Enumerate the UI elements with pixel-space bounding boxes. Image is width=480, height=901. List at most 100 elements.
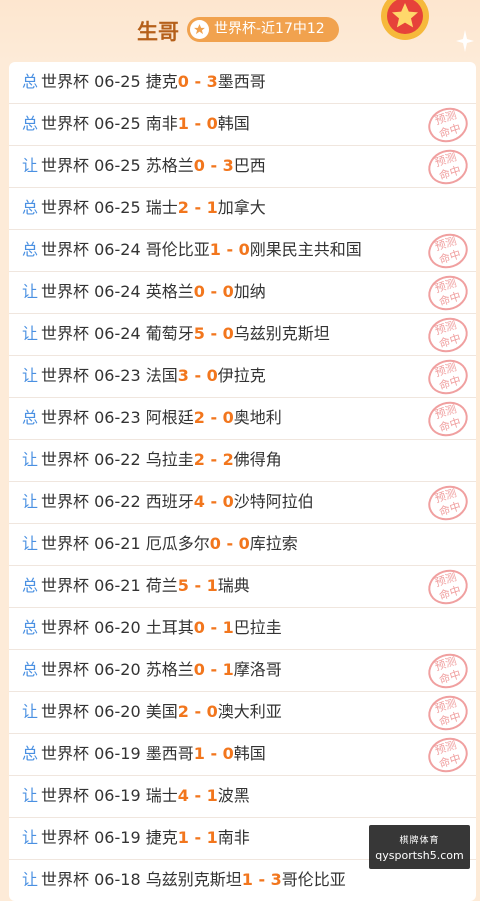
away-score: 0 xyxy=(206,366,218,385)
match-row[interactable]: 总世界杯 06-24 哥伦比亚1 - 0刚果民主共和国 预测 命中 xyxy=(9,228,476,274)
watermark: 棋牌体育 qysportsh5.com xyxy=(369,825,470,869)
match-date: 06-24 xyxy=(94,324,141,343)
away-score: 1 xyxy=(206,198,218,217)
score-separator: - xyxy=(188,114,207,133)
away-team: 奥地利 xyxy=(233,408,282,427)
match-row[interactable]: 总世界杯 06-25 南非1 - 0韩国 预测 命中 xyxy=(9,102,476,148)
match-date: 06-24 xyxy=(94,282,141,301)
bet-type-tag: 让 xyxy=(22,702,39,721)
league-label: 世界杯 xyxy=(41,492,90,511)
away-team: 库拉索 xyxy=(249,534,298,553)
record-badge: 世界杯-近17中12 xyxy=(187,17,339,42)
away-team: 摩洛哥 xyxy=(233,660,282,679)
match-row[interactable]: 让世界杯 06-25 苏格兰0 - 3巴西 预测 命中 xyxy=(9,144,476,190)
match-row[interactable]: 让世界杯 06-22 西班牙4 - 0沙特阿拉伯 预测 命中 xyxy=(9,480,476,526)
league-label: 世界杯 xyxy=(41,450,90,469)
home-score: 0 xyxy=(193,660,205,679)
bet-type-tag: 让 xyxy=(22,282,39,301)
match-row[interactable]: 总世界杯 06-25 捷克0 - 3墨西哥 xyxy=(9,62,476,104)
match-row[interactable]: 让世界杯 06-24 英格兰0 - 0加纳 预测 命中 xyxy=(9,270,476,316)
home-team: 英格兰 xyxy=(145,282,194,301)
home-score: 0 xyxy=(193,156,205,175)
match-text: 总世界杯 06-25 南非1 - 0韩国 xyxy=(22,104,250,144)
away-score: 0 xyxy=(206,702,218,721)
bet-type-tag: 总 xyxy=(22,408,39,427)
away-score: 0 xyxy=(222,492,234,511)
home-team: 西班牙 xyxy=(145,492,194,511)
match-row[interactable]: 总世界杯 06-23 阿根廷2 - 0奥地利 预测 命中 xyxy=(9,396,476,442)
home-score: 5 xyxy=(177,576,189,595)
match-row[interactable]: 总世界杯 06-20 土耳其0 - 1巴拉圭 xyxy=(9,608,476,650)
score-separator: - xyxy=(204,156,223,175)
match-date: 06-19 xyxy=(94,744,141,763)
prediction-hit-stamp: 预测 命中 xyxy=(423,102,473,148)
match-text: 让世界杯 06-22 西班牙4 - 0沙特阿拉伯 xyxy=(22,482,314,522)
league-label: 世界杯 xyxy=(41,324,90,343)
away-team: 墨西哥 xyxy=(217,72,266,91)
match-text: 让世界杯 06-20 美国2 - 0澳大利亚 xyxy=(22,692,282,732)
home-team: 阿根廷 xyxy=(145,408,194,427)
league-label: 世界杯 xyxy=(41,72,90,91)
match-row[interactable]: 让世界杯 06-23 法国3 - 0伊拉克 预测 命中 xyxy=(9,354,476,400)
home-team: 哥伦比亚 xyxy=(145,240,210,259)
home-team: 捷克 xyxy=(145,828,178,847)
match-date: 06-25 xyxy=(94,114,141,133)
league-label: 世界杯 xyxy=(41,240,90,259)
home-score: 2 xyxy=(177,198,189,217)
away-team: 乌兹别克斯坦 xyxy=(233,324,330,343)
home-team: 捷克 xyxy=(145,72,178,91)
away-team: 刚果民主共和国 xyxy=(249,240,362,259)
match-text: 总世界杯 06-21 荷兰5 - 1瑞典 xyxy=(22,566,250,606)
score-separator: - xyxy=(188,828,207,847)
match-date: 06-22 xyxy=(94,492,141,511)
home-team: 美国 xyxy=(145,702,178,721)
prediction-hit-stamp: 预测 命中 xyxy=(423,228,473,274)
prediction-hit-stamp: 预测 命中 xyxy=(423,396,473,442)
away-team: 韩国 xyxy=(233,744,266,763)
match-text: 让世界杯 06-24 葡萄牙5 - 0乌兹别克斯坦 xyxy=(22,314,330,354)
away-team: 巴西 xyxy=(233,156,266,175)
home-team: 南非 xyxy=(145,114,178,133)
expert-name: 生哥 xyxy=(137,20,179,44)
match-row[interactable]: 总世界杯 06-25 瑞士2 - 1加拿大 xyxy=(9,188,476,230)
league-label: 世界杯 xyxy=(41,282,90,301)
match-date: 06-20 xyxy=(94,702,141,721)
star-medal-icon xyxy=(381,0,429,40)
match-date: 06-25 xyxy=(94,72,141,91)
match-row[interactable]: 让世界杯 06-20 美国2 - 0澳大利亚 预测 命中 xyxy=(9,690,476,736)
score-separator: - xyxy=(188,72,207,91)
away-team: 瑞典 xyxy=(217,576,250,595)
prediction-hit-stamp: 预测 命中 xyxy=(423,354,473,400)
bet-type-tag: 总 xyxy=(22,72,39,91)
match-date: 06-21 xyxy=(94,576,141,595)
match-row[interactable]: 让世界杯 06-22 乌拉圭2 - 2佛得角 xyxy=(9,440,476,482)
match-row[interactable]: 总世界杯 06-19 墨西哥1 - 0韩国 预测 命中 xyxy=(9,732,476,778)
away-team: 南非 xyxy=(217,828,250,847)
bet-type-tag: 让 xyxy=(22,828,39,847)
away-team: 佛得角 xyxy=(233,450,282,469)
prediction-hit-stamp: 预测 命中 xyxy=(423,270,473,316)
home-team: 苏格兰 xyxy=(145,156,194,175)
match-text: 让世界杯 06-23 法国3 - 0伊拉克 xyxy=(22,356,266,396)
match-row[interactable]: 总世界杯 06-21 荷兰5 - 1瑞典 预测 命中 xyxy=(9,564,476,610)
home-score: 1 xyxy=(177,828,189,847)
home-team: 乌拉圭 xyxy=(145,450,194,469)
match-date: 06-24 xyxy=(94,240,141,259)
league-label: 世界杯 xyxy=(41,660,90,679)
match-row[interactable]: 让世界杯 06-19 瑞士4 - 1波黑 xyxy=(9,776,476,818)
match-row[interactable]: 让世界杯 06-21 厄瓜多尔0 - 0库拉索 xyxy=(9,524,476,566)
bet-type-tag: 总 xyxy=(22,240,39,259)
away-team: 巴拉圭 xyxy=(233,618,282,637)
away-team: 加拿大 xyxy=(217,198,266,217)
home-team: 瑞士 xyxy=(145,786,178,805)
away-score: 0 xyxy=(222,408,234,427)
match-row[interactable]: 总世界杯 06-20 苏格兰0 - 1摩洛哥 预测 命中 xyxy=(9,648,476,694)
bet-type-tag: 总 xyxy=(22,198,39,217)
match-date: 06-23 xyxy=(94,366,141,385)
match-text: 让世界杯 06-18 乌兹别克斯坦1 - 3哥伦比亚 xyxy=(22,860,346,900)
match-row[interactable]: 让世界杯 06-24 葡萄牙5 - 0乌兹别克斯坦 预测 命中 xyxy=(9,312,476,358)
bet-type-tag: 让 xyxy=(22,786,39,805)
match-history-list: 总世界杯 06-25 捷克0 - 3墨西哥总世界杯 06-25 南非1 - 0韩… xyxy=(9,62,476,901)
score-separator: - xyxy=(204,408,223,427)
bet-type-tag: 总 xyxy=(22,660,39,679)
